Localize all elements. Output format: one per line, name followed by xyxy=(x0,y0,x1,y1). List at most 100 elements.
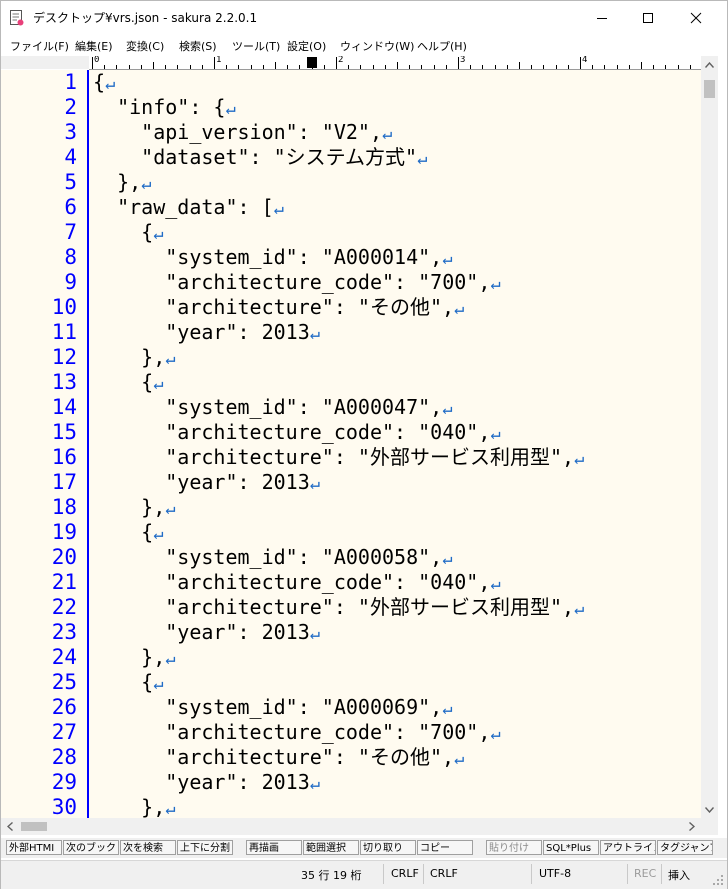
line-number[interactable]: 13 xyxy=(17,370,77,395)
function-key-6[interactable]: 範囲選択 xyxy=(303,840,359,855)
code-line[interactable]: "info": {↵ xyxy=(93,95,236,120)
function-key-4[interactable]: 上下に分割 xyxy=(177,840,233,855)
horizontal-scrollbar[interactable] xyxy=(1,818,701,835)
scroll-up-icon[interactable] xyxy=(705,62,714,68)
scroll-down-icon[interactable] xyxy=(705,807,714,813)
function-key-3[interactable]: 次を検索 xyxy=(120,840,176,855)
code-line[interactable]: },↵ xyxy=(93,645,175,670)
column-ruler[interactable]: 012345 xyxy=(89,56,701,70)
scroll-left-icon[interactable] xyxy=(7,822,13,831)
code-line[interactable]: "system_id": "A000058",↵ xyxy=(93,545,452,570)
line-number[interactable]: 12 xyxy=(17,345,77,370)
line-number[interactable]: 7 xyxy=(17,220,77,245)
line-number[interactable]: 19 xyxy=(17,520,77,545)
code-line[interactable]: "architecture_code": "700",↵ xyxy=(93,270,500,295)
line-number[interactable]: 28 xyxy=(17,745,77,770)
line-number[interactable]: 30 xyxy=(17,795,77,820)
line-number[interactable]: 15 xyxy=(17,420,77,445)
code-line[interactable]: },↵ xyxy=(93,170,151,195)
function-key-9[interactable]: 貼り付け xyxy=(486,840,542,855)
code-line[interactable]: },↵ xyxy=(93,795,175,818)
maximize-button[interactable] xyxy=(625,1,671,34)
insert-mode-status[interactable]: 挿入 xyxy=(668,867,690,883)
function-key-1[interactable]: 外部HTMI xyxy=(6,840,62,855)
menu-window[interactable]: ウィンドウ(W) xyxy=(340,38,414,54)
code-line[interactable]: "year": 2013↵ xyxy=(93,770,320,795)
line-number[interactable]: 22 xyxy=(17,595,77,620)
function-key-8[interactable]: コピー xyxy=(417,840,473,855)
line-number[interactable]: 20 xyxy=(17,545,77,570)
vertical-scrollbar[interactable] xyxy=(701,56,718,818)
code-line[interactable]: "architecture": "外部サービス利用型",↵ xyxy=(93,595,584,620)
line-number-gutter[interactable]: 1 2 3 4 5 6 7 8 9 10 11 12 13 14 15 16 17 18 19 20 21 22 23 24 2… xyxy=(1,70,87,820)
code-line[interactable]: "architecture": "その他",↵ xyxy=(93,745,464,770)
line-number[interactable]: 3 xyxy=(17,120,77,145)
sakura-app-icon[interactable] xyxy=(10,10,24,26)
menu-tools[interactable]: ツール(T) xyxy=(232,38,280,54)
code-line[interactable]: "year": 2013↵ xyxy=(93,620,320,645)
line-number[interactable]: 25 xyxy=(17,670,77,695)
line-number[interactable]: 16 xyxy=(17,445,77,470)
resize-grip-icon[interactable] xyxy=(713,875,724,886)
function-key-5[interactable]: 再描画 xyxy=(246,840,302,855)
line-number[interactable]: 26 xyxy=(17,695,77,720)
menu-file[interactable]: ファイル(F) xyxy=(10,38,69,54)
code-line[interactable]: "architecture_code": "700",↵ xyxy=(93,720,500,745)
code-line[interactable]: "system_id": "A000069",↵ xyxy=(93,695,452,720)
code-line[interactable]: {↵ xyxy=(93,70,115,95)
line-number[interactable]: 11 xyxy=(17,320,77,345)
code-line[interactable]: {↵ xyxy=(93,370,163,395)
line-number[interactable]: 27 xyxy=(17,720,77,745)
code-line[interactable]: "year": 2013↵ xyxy=(93,470,320,495)
line-number[interactable]: 18 xyxy=(17,495,77,520)
function-key-2[interactable]: 次のブック xyxy=(63,840,119,855)
code-line[interactable]: "system_id": "A000014",↵ xyxy=(93,245,452,270)
line-number[interactable]: 10 xyxy=(17,295,77,320)
minimize-button[interactable] xyxy=(579,1,625,34)
code-line[interactable]: "year": 2013↵ xyxy=(93,320,320,345)
line-number[interactable]: 2 xyxy=(17,95,77,120)
line-number[interactable]: 1 xyxy=(17,70,77,95)
line-number[interactable]: 23 xyxy=(17,620,77,645)
code-line[interactable]: "api_version": "V2",↵ xyxy=(93,120,392,145)
close-button[interactable] xyxy=(673,1,719,34)
line-number[interactable]: 21 xyxy=(17,570,77,595)
code-line[interactable]: },↵ xyxy=(93,345,175,370)
horizontal-scroll-thumb[interactable] xyxy=(21,822,47,831)
text-editor-area[interactable]: {↵ "info": {↵ "api_version": "V2",↵ "dat… xyxy=(89,70,701,818)
line-number[interactable]: 17 xyxy=(17,470,77,495)
line-number[interactable]: 14 xyxy=(17,395,77,420)
code-line[interactable]: "dataset": "システム方式"↵ xyxy=(93,145,427,170)
function-key-10[interactable]: SQL*Plus xyxy=(543,840,599,855)
code-line[interactable]: "architecture": "外部サービス利用型",↵ xyxy=(93,445,584,470)
eol-code-status[interactable]: CRLF xyxy=(391,867,419,880)
code-line[interactable]: {↵ xyxy=(93,220,163,245)
function-key-7[interactable]: 切り取り xyxy=(360,840,416,855)
code-line[interactable]: {↵ xyxy=(93,520,163,545)
code-line[interactable]: {↵ xyxy=(93,670,163,695)
line-number[interactable]: 6 xyxy=(17,195,77,220)
code-line[interactable]: "raw_data": [↵ xyxy=(93,195,284,220)
line-number[interactable]: 9 xyxy=(17,270,77,295)
code-line[interactable]: "architecture": "その他",↵ xyxy=(93,295,464,320)
code-line[interactable]: "architecture_code": "040",↵ xyxy=(93,570,500,595)
function-key-11[interactable]: アウトライン xyxy=(600,840,656,855)
code-line[interactable]: "architecture_code": "040",↵ xyxy=(93,420,500,445)
title-bar[interactable]: デスクトップ¥vrs.json - sakura 2.2.0.1 xyxy=(1,1,727,34)
menu-search[interactable]: 検索(S) xyxy=(179,38,217,54)
code-line[interactable]: "system_id": "A000047",↵ xyxy=(93,395,452,420)
menu-help[interactable]: ヘルプ(H) xyxy=(417,38,467,54)
code-line[interactable]: },↵ xyxy=(93,495,175,520)
line-number[interactable]: 24 xyxy=(17,645,77,670)
encoding-status[interactable]: UTF-8 xyxy=(539,867,571,880)
menu-edit[interactable]: 編集(E) xyxy=(75,38,113,54)
function-key-12[interactable]: タグジャンプ xyxy=(657,840,713,855)
scroll-right-icon[interactable] xyxy=(689,822,695,831)
eol-input-status[interactable]: CRLF xyxy=(430,867,458,880)
menu-settings[interactable]: 設定(O) xyxy=(287,38,326,54)
vertical-scroll-thumb[interactable] xyxy=(704,80,715,98)
menu-convert[interactable]: 変換(C) xyxy=(126,38,164,54)
line-number[interactable]: 4 xyxy=(17,145,77,170)
line-number[interactable]: 29 xyxy=(17,770,77,795)
line-number[interactable]: 5 xyxy=(17,170,77,195)
